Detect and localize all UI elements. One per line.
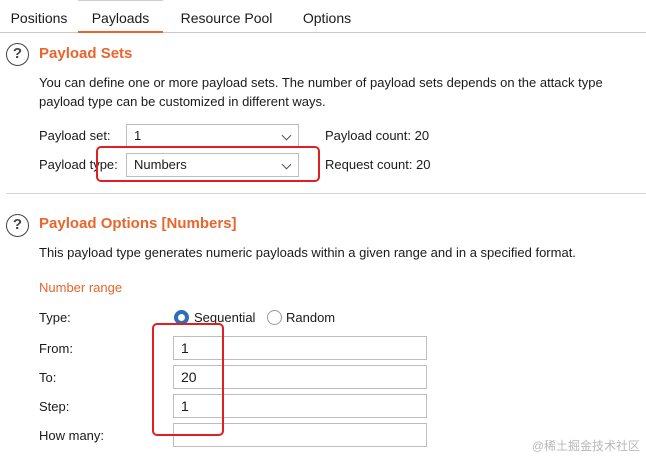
payload-set-label: Payload set:: [39, 128, 111, 143]
payload-set-select[interactable]: 1: [126, 124, 299, 148]
help-icon[interactable]: ?: [6, 214, 29, 237]
step-label: Step:: [39, 399, 70, 414]
payload-options-description: This payload type generates numeric payl…: [39, 245, 576, 260]
help-icon[interactable]: ?: [6, 43, 29, 66]
tab-options[interactable]: Options: [290, 0, 364, 33]
highlight-number-inputs: [152, 323, 224, 436]
tab-payloads[interactable]: Payloads: [78, 0, 163, 33]
how-many-label: How many:: [39, 428, 105, 443]
to-label: To:: [39, 370, 57, 385]
payload-count: Payload count: 20: [325, 128, 430, 143]
highlight-payload-type: [96, 146, 320, 182]
from-label: From:: [39, 341, 73, 356]
tab-positions[interactable]: Positions: [0, 0, 78, 33]
payload-set-value: 1: [134, 128, 142, 143]
section-divider: [6, 193, 646, 194]
chevron-down-icon: [281, 130, 292, 141]
payload-sets-heading: Payload Sets: [39, 45, 133, 62]
request-count: Request count: 20: [325, 157, 431, 172]
type-label: Type:: [39, 310, 71, 325]
random-label[interactable]: Random: [286, 310, 335, 325]
random-radio[interactable]: [267, 310, 282, 325]
tab-resource-pool[interactable]: Resource Pool: [170, 0, 283, 33]
payload-sets-description-line1: You can define one or more payload sets.…: [39, 75, 603, 90]
number-range-heading: Number range: [39, 280, 123, 295]
payload-sets-description-line2: payload type can be customized in differ…: [39, 94, 326, 109]
tab-bar: Positions Payloads Resource Pool Options: [0, 0, 646, 33]
payload-options-heading: Payload Options [Numbers]: [39, 215, 237, 232]
watermark: @稀土掘金技术社区: [531, 439, 640, 453]
